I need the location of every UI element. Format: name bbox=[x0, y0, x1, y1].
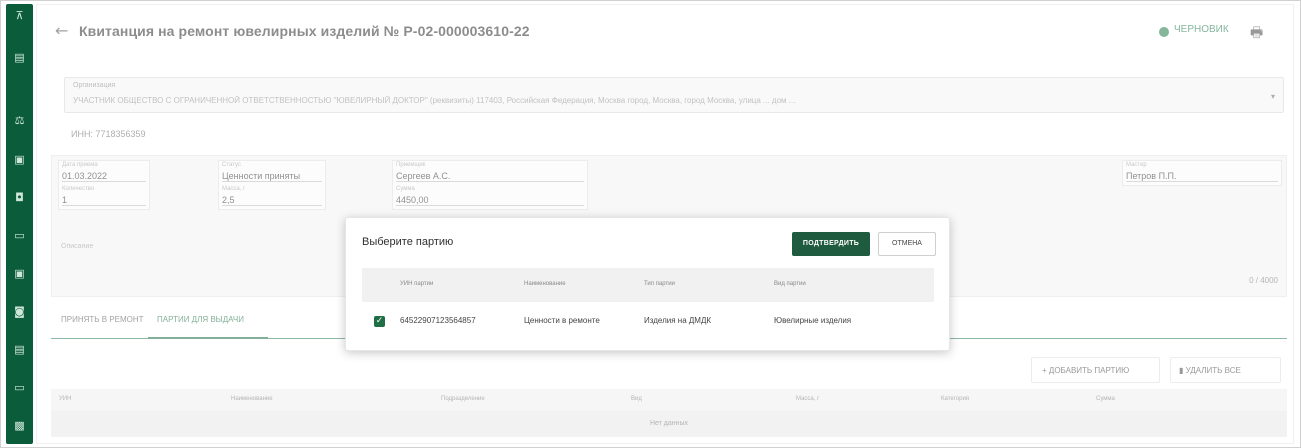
filter-icon[interactable]: ⊼ bbox=[13, 10, 26, 22]
table-row[interactable]: ✓ 64522907123564857 Ценности в ремонте И… bbox=[362, 306, 934, 336]
box-icon[interactable]: ◘ bbox=[13, 192, 26, 204]
select-batch-dialog: Выберите партию ПОДТВЕРДИТЬ ОТМЕНА УИН п… bbox=[345, 217, 950, 351]
dialog-table-header: УИН партии Наименование Тип партии Вид п… bbox=[362, 268, 934, 302]
dialog-title: Выберите партию bbox=[362, 236, 454, 248]
table-icon[interactable]: ▤ bbox=[13, 344, 26, 356]
file-icon[interactable]: ▣ bbox=[13, 268, 26, 280]
batch-kind: Ювелирные изделия bbox=[774, 316, 852, 325]
batch-type: Изделия на ДМДК bbox=[644, 316, 712, 325]
cancel-button[interactable]: ОТМЕНА bbox=[878, 232, 936, 256]
doc-icon[interactable]: ▣ bbox=[13, 154, 26, 166]
folder-icon[interactable]: ▭ bbox=[13, 230, 26, 242]
column-header[interactable]: Тип партии bbox=[644, 281, 675, 287]
column-header[interactable]: Вид партии bbox=[774, 281, 806, 287]
left-rail: ⊼ ▤ ⚖ ▣ ◘ ▭ ▣ ◙ ▤ ▭ ▩ bbox=[6, 4, 33, 444]
batch-uin: 64522907123564857 bbox=[400, 316, 476, 325]
confirm-button[interactable]: ПОДТВЕРДИТЬ bbox=[792, 232, 870, 256]
batch-name: Ценности в ремонте bbox=[524, 316, 600, 325]
card-icon[interactable]: ▩ bbox=[13, 420, 26, 432]
checkbox-checked-icon[interactable]: ✓ bbox=[374, 316, 385, 327]
scale-icon[interactable]: ⚖ bbox=[13, 115, 26, 127]
list-icon[interactable]: ▤ bbox=[13, 52, 26, 64]
column-header[interactable]: Наименование bbox=[524, 281, 566, 287]
column-header[interactable]: УИН партии bbox=[400, 281, 433, 287]
window-icon[interactable]: ▭ bbox=[13, 382, 26, 394]
briefcase-icon[interactable]: ◙ bbox=[13, 306, 26, 318]
